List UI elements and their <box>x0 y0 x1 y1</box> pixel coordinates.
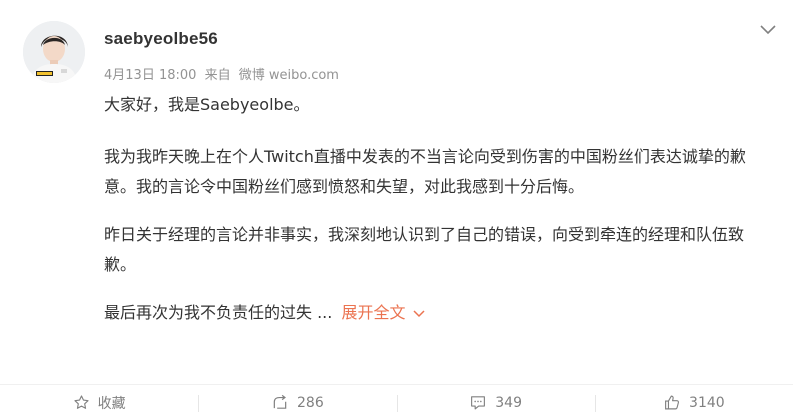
post-meta: 4月13日 18:00 来自 微博 weibo.com <box>104 64 343 83</box>
avatar[interactable] <box>23 21 85 83</box>
post-date[interactable]: 4月13日 18:00 <box>104 68 196 83</box>
repost-count: 286 <box>297 394 324 411</box>
repost-button[interactable]: 286 <box>198 385 396 420</box>
expand-full-text-link[interactable]: 展开全文 <box>341 303 425 322</box>
paragraph: 大家好，我是Saebyeolbe。 <box>104 95 310 114</box>
paragraph: 我为我昨天晚上在个人Twitch直播中发表的不当言论向受到伤害的中国粉丝们表达诚… <box>104 147 746 196</box>
favorite-button[interactable]: 收藏 <box>0 385 198 420</box>
chevron-down-icon[interactable] <box>759 22 777 36</box>
post-source[interactable]: 微博 weibo.com <box>239 68 339 83</box>
like-count: 3140 <box>689 394 725 411</box>
like-button[interactable]: 3140 <box>594 385 793 420</box>
comment-count: 349 <box>495 394 522 411</box>
like-icon <box>665 395 680 410</box>
comment-button[interactable]: 349 <box>396 385 595 420</box>
chevron-down-icon[interactable] <box>413 309 425 318</box>
star-icon <box>74 395 89 409</box>
paragraph: 昨日关于经理的言论并非事实，我深刻地认识到了自己的错误，向受到牵连的经理和队伍致… <box>104 225 745 274</box>
comment-icon <box>471 396 486 410</box>
repost-icon <box>273 394 287 409</box>
action-bar: 收藏 286 349 3140 <box>0 384 793 420</box>
source-prefix: 来自 <box>204 68 231 83</box>
truncated-paragraph: 最后再次为我不负责任的过失 ... 展开全文 <box>104 298 774 328</box>
truncated-text: 最后再次为我不负责任的过失 ... <box>104 303 333 322</box>
favorite-label: 收藏 <box>97 395 126 412</box>
post-content: 大家好，我是Saebyeolbe。 我为我昨天晚上在个人Twitch直播中发表的… <box>104 90 774 346</box>
expand-label[interactable]: 展开全文 <box>341 303 405 322</box>
weibo-post-card: saebyeolbe56 4月13日 18:00 来自 微博 weibo.com… <box>0 0 793 419</box>
username[interactable]: saebyeolbe56 <box>104 29 218 49</box>
